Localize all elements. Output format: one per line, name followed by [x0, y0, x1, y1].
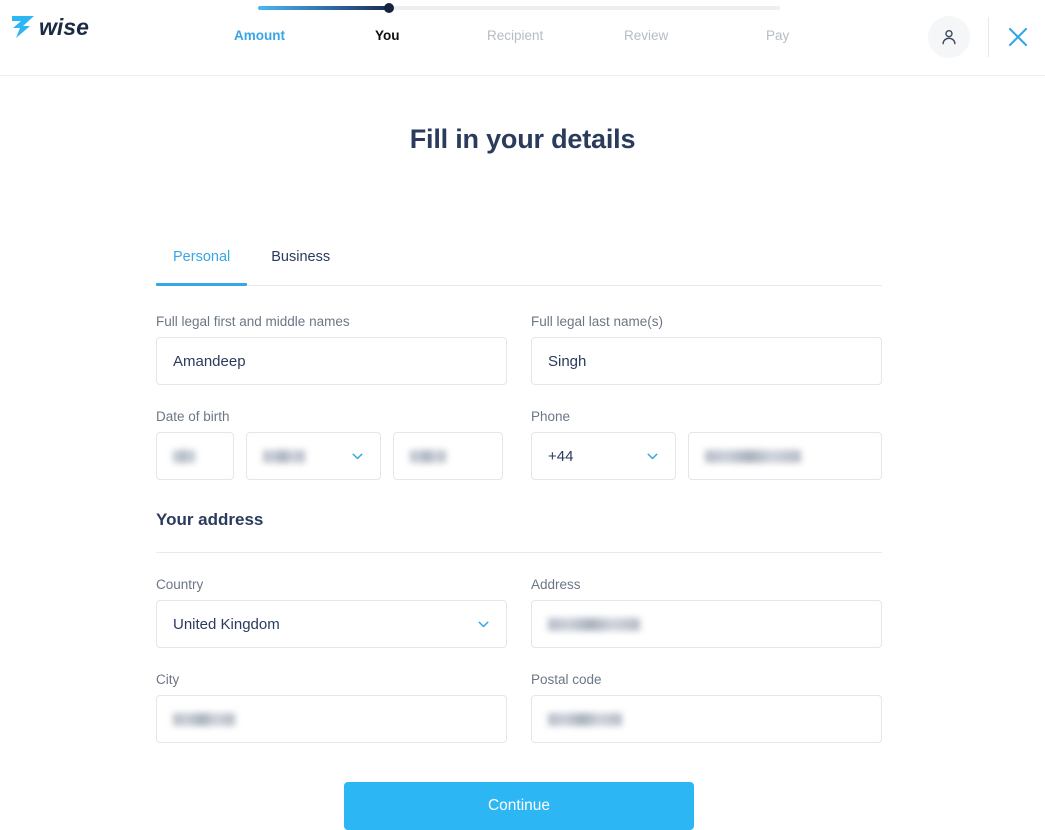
step-review[interactable]: Review	[624, 28, 668, 43]
country-label: Country	[156, 577, 204, 592]
chevron-down-icon	[647, 453, 658, 460]
last-name-group: Full legal last name(s) Singh	[531, 314, 882, 385]
step-pay[interactable]: Pay	[766, 28, 789, 43]
address-input[interactable]	[531, 600, 882, 648]
last-name-label: Full legal last name(s)	[531, 314, 664, 329]
address-section-title: Your address	[156, 510, 264, 529]
address-label: Address	[531, 577, 581, 592]
first-name-input[interactable]: Amandeep	[156, 337, 507, 385]
continue-button[interactable]: Continue	[344, 782, 694, 830]
country-value: United Kingdom	[173, 615, 280, 633]
continue-row: Continue	[156, 782, 882, 830]
dob-phone-row: Date of birth Phone +44	[156, 409, 882, 480]
city-redacted-value	[173, 712, 235, 726]
phone-label: Phone	[531, 409, 571, 424]
address-section-divider	[156, 552, 882, 553]
app-header: wise Amount You Recipient Review Pay	[0, 0, 1045, 76]
header-divider	[988, 17, 989, 57]
first-name-group: Full legal first and middle names Amande…	[156, 314, 507, 385]
account-type-tabs: Personal Business	[156, 250, 882, 286]
dob-fields	[156, 432, 507, 480]
dob-day-input[interactable]	[156, 432, 234, 480]
chevron-down-icon	[478, 621, 489, 628]
country-address-row: Country United Kingdom Address	[156, 577, 882, 648]
close-icon	[1008, 27, 1028, 47]
tab-business[interactable]: Business	[259, 250, 342, 285]
details-form: Personal Business Full legal first and m…	[156, 250, 882, 830]
phone-country-code-select[interactable]: +44	[531, 432, 676, 480]
dob-month-select[interactable]	[246, 432, 381, 480]
phone-number-redacted-value	[705, 449, 801, 463]
postal-code-redacted-value	[548, 712, 622, 726]
last-name-input[interactable]: Singh	[531, 337, 882, 385]
chevron-down-icon	[352, 453, 363, 460]
person-icon	[942, 29, 956, 45]
first-name-label: Full legal first and middle names	[156, 314, 350, 329]
phone-country-code-value: +44	[548, 447, 574, 465]
main-content: Fill in your details Personal Business F…	[0, 124, 1045, 830]
phone-group: Phone +44	[531, 409, 882, 480]
wise-logo[interactable]: wise	[8, 10, 112, 42]
dob-group: Date of birth	[156, 409, 507, 480]
dob-day-redacted-value	[173, 449, 195, 463]
step-recipient[interactable]: Recipient	[487, 28, 543, 43]
close-button[interactable]	[1005, 24, 1031, 50]
phone-number-input[interactable]	[688, 432, 882, 480]
step-labels: Amount You Recipient Review Pay	[234, 28, 789, 52]
city-label: City	[156, 672, 180, 687]
phone-fields: +44	[531, 432, 882, 480]
country-group: Country United Kingdom	[156, 577, 507, 648]
step-amount[interactable]: Amount	[234, 28, 285, 43]
dob-year-redacted-value	[410, 449, 446, 463]
dob-month-redacted-value	[263, 449, 305, 463]
postal-code-group: Postal code	[531, 672, 882, 743]
wise-logo-svg: wise	[12, 14, 89, 40]
address-group: Address	[531, 577, 882, 648]
step-you[interactable]: You	[375, 28, 400, 43]
country-select[interactable]: United Kingdom	[156, 600, 507, 648]
city-group: City	[156, 672, 507, 743]
postal-code-input[interactable]	[531, 695, 882, 743]
progress-fill	[258, 6, 391, 10]
progress-stepper: Amount You Recipient Review Pay	[234, 3, 789, 52]
tab-personal[interactable]: Personal	[156, 250, 248, 286]
progress-dot	[384, 3, 394, 13]
svg-text:wise: wise	[39, 14, 89, 40]
dob-label: Date of birth	[156, 409, 230, 424]
avatar[interactable]	[928, 16, 970, 58]
page-title: Fill in your details	[409, 124, 636, 154]
header-actions	[928, 8, 1031, 66]
address-redacted-value	[548, 617, 640, 631]
dob-year-input[interactable]	[393, 432, 503, 480]
name-row: Full legal first and middle names Amande…	[156, 314, 882, 385]
city-input[interactable]	[156, 695, 507, 743]
city-postal-row: City Postal code	[156, 672, 882, 743]
postal-code-label: Postal code	[531, 672, 602, 687]
progress-track	[258, 3, 780, 13]
